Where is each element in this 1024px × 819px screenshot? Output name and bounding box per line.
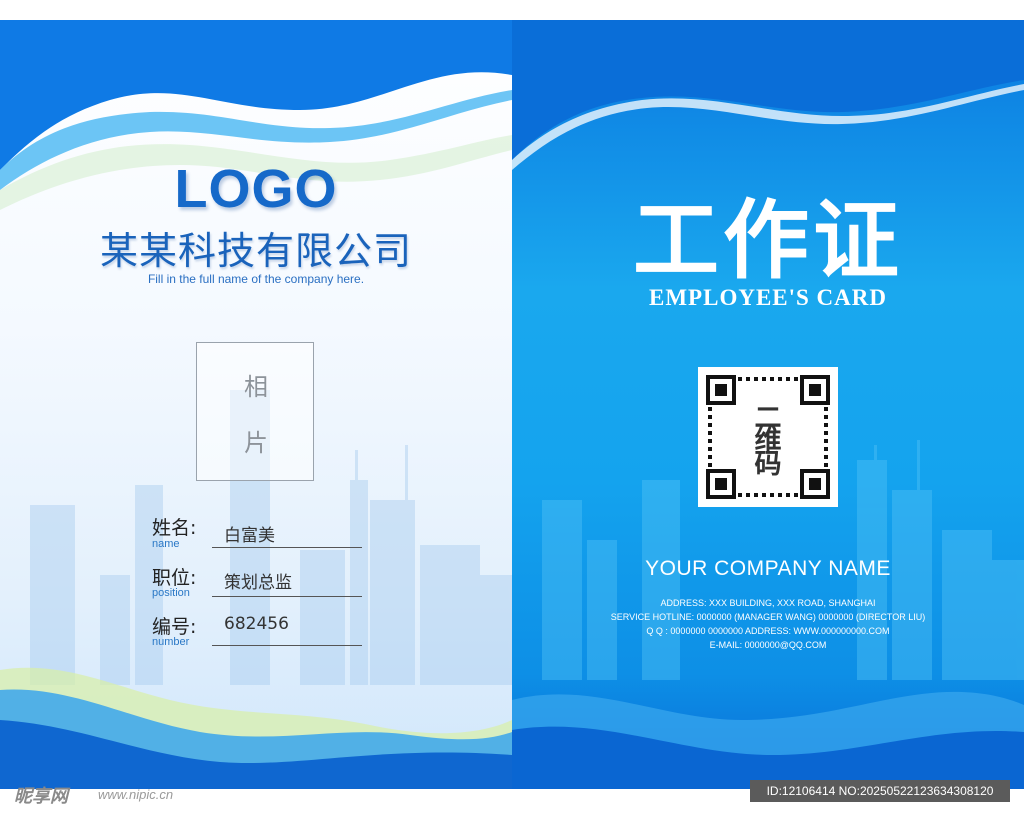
- photo-placeholder: 相 片: [196, 342, 314, 481]
- field-name-underline: [212, 547, 362, 548]
- company-name-cn: 某某科技有限公司: [99, 229, 412, 273]
- watermark-url: www.nipic.cn: [98, 787, 174, 802]
- info-hotline: SERVICE HOTLINE: 0000000 (MANAGER WANG) …: [610, 612, 926, 622]
- field-number-value: 682456: [224, 614, 289, 634]
- card-title-en: EMPLOYEE'S CARD: [649, 285, 887, 310]
- field-name-sublabel: name: [152, 538, 180, 550]
- card-title-cn: 工作证: [633, 190, 903, 291]
- company-name-en: YOUR COMPANY NAME: [645, 557, 891, 580]
- field-name-label: 姓名:: [152, 517, 197, 539]
- company-name-hint: Fill in the full name of the company her…: [147, 272, 365, 286]
- field-position-value: 策划总监: [224, 573, 292, 593]
- info-address: ADDRESS: XXX BUILDING, XXX ROAD, SHANGHA…: [660, 598, 876, 608]
- photo-label-2: 片: [244, 429, 268, 457]
- field-position-underline: [212, 596, 362, 597]
- watermark-id-badge: ID:12106414 NO:20250522123634308120: [750, 780, 1010, 802]
- field-number-underline: [212, 645, 362, 646]
- card-front: LOGO 某某科技有限公司 Fill in the full name of t…: [0, 20, 512, 789]
- field-number-sublabel: number: [152, 636, 190, 648]
- qr-label-3: 码: [754, 449, 782, 480]
- card-back: 工作证 EMPLOYEE'S CARD 二 维 码 YOUR COMPANY N…: [512, 20, 1024, 789]
- qr-code-placeholder: 二 维 码: [698, 367, 838, 507]
- info-email: E-MAIL: 0000000@QQ.COM: [709, 640, 827, 650]
- watermark-site-name: 昵享网: [14, 786, 68, 807]
- company-logo: LOGO: [174, 159, 338, 219]
- field-position-sublabel: position: [152, 587, 190, 599]
- field-number-label: 编号:: [152, 616, 197, 638]
- field-name-value: 白富美: [224, 526, 275, 546]
- photo-label-1: 相: [244, 373, 268, 401]
- field-position-label: 职位:: [152, 567, 197, 589]
- info-qq-web: Q Q : 0000000 0000000 ADDRESS: WWW.00000…: [646, 626, 890, 636]
